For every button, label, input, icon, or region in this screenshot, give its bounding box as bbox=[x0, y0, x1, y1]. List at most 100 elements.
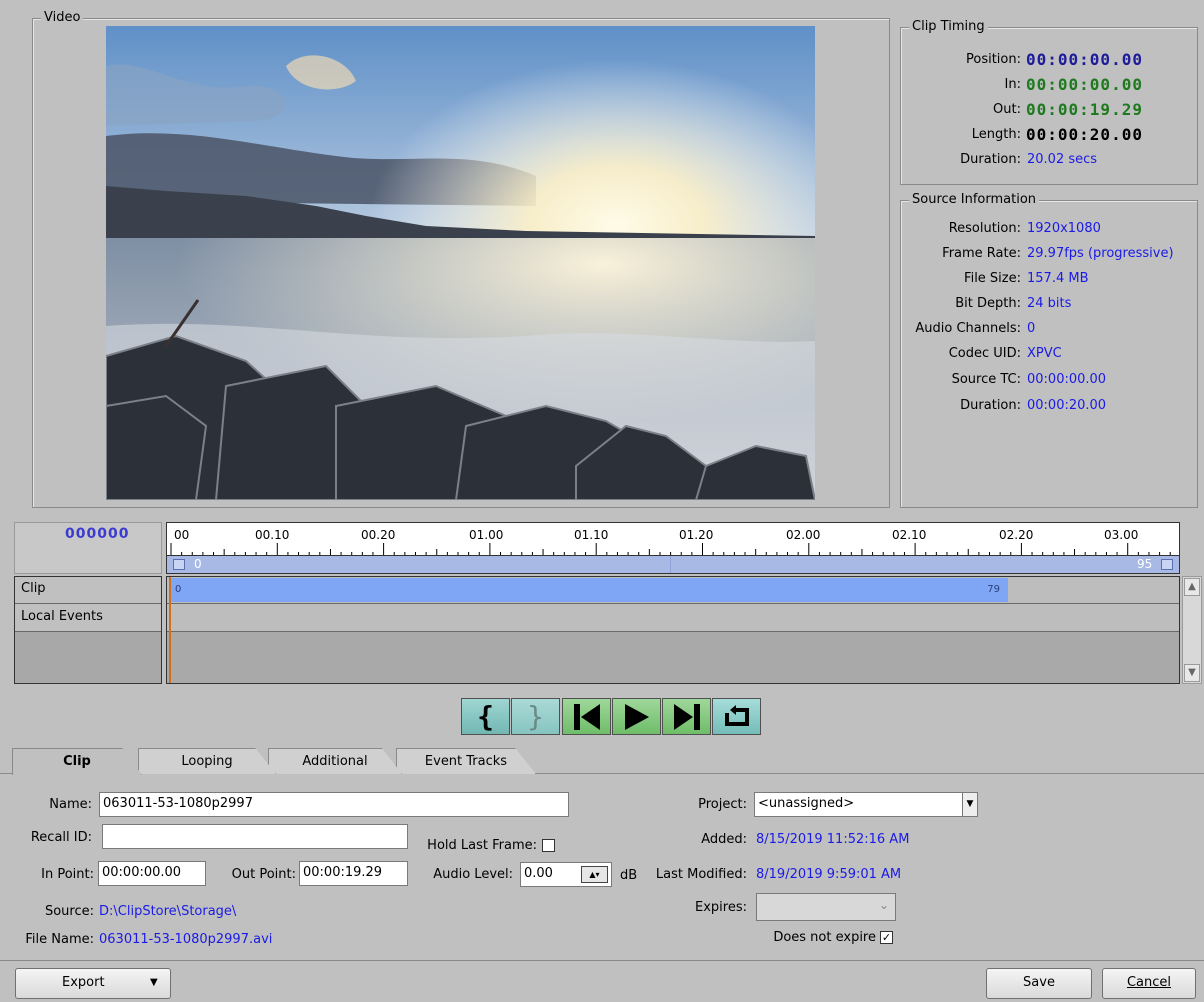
hold-last-frame-label: Hold Last Frame: bbox=[427, 838, 537, 853]
timeline-scrollbar[interactable]: ▲ ▼ bbox=[1182, 576, 1202, 684]
ruler-label: 02.20 bbox=[999, 528, 1034, 542]
timeline-ruler[interactable]: 00 00.10 00.20 01.00 01.10 01.20 02.00 0… bbox=[166, 522, 1180, 556]
does-not-expire-checkbox[interactable]: ✓ bbox=[880, 931, 893, 944]
project-select-value: <unassigned> bbox=[758, 796, 855, 811]
export-button[interactable]: Export ▼ bbox=[15, 968, 171, 999]
range-end-handle[interactable] bbox=[1161, 559, 1173, 570]
recall-id-label: Recall ID: bbox=[30, 830, 92, 845]
ruler-label: 01.10 bbox=[574, 528, 609, 542]
source-path-link[interactable]: D:\ClipStore\Storage\ bbox=[99, 904, 236, 919]
tab-event-tracks[interactable]: Event Tracks bbox=[396, 748, 536, 774]
in-point-label: In Point: bbox=[41, 867, 94, 882]
clip-timing-title: Clip Timing bbox=[909, 19, 988, 35]
out-point-label: Out Point: bbox=[231, 867, 296, 882]
file-size-label: File Size: bbox=[964, 271, 1021, 286]
tab-event-tracks-label: Event Tracks bbox=[424, 754, 508, 769]
last-modified-value: 8/19/2019 9:59:01 AM bbox=[756, 867, 902, 882]
export-button-label: Export bbox=[62, 975, 105, 990]
tab-additional[interactable]: Additional bbox=[268, 748, 402, 774]
save-button[interactable]: Save bbox=[986, 968, 1092, 999]
project-label: Project: bbox=[698, 797, 747, 812]
in-point-field-value: 00:00:00.00 bbox=[102, 865, 182, 880]
caret-down-icon: ▼ bbox=[150, 977, 158, 988]
length-timecode: 00:00:20.00 bbox=[1026, 125, 1143, 144]
ruler-label: 00.20 bbox=[361, 528, 396, 542]
tab-clip-label: Clip bbox=[63, 754, 91, 769]
scroll-down-icon[interactable]: ▼ bbox=[1184, 664, 1200, 682]
audio-level-spinner-icon[interactable]: ▲▾ bbox=[581, 866, 608, 883]
loop-icon bbox=[724, 704, 749, 726]
tab-looping-label: Looping bbox=[181, 754, 233, 769]
name-field-value: 063011-53-1080p2997 bbox=[103, 796, 253, 811]
play-icon bbox=[624, 703, 649, 730]
ruler-label: 01.20 bbox=[679, 528, 714, 542]
playhead[interactable] bbox=[169, 577, 171, 683]
clip-block-start: 0 bbox=[175, 584, 182, 595]
audio-channels-value: 0 bbox=[1027, 321, 1036, 336]
skip-to-start-button[interactable] bbox=[562, 698, 611, 735]
audio-channels-label: Audio Channels: bbox=[915, 321, 1021, 336]
video-frame-image bbox=[106, 26, 815, 500]
track-area[interactable]: 0 79 bbox=[166, 576, 1180, 684]
added-value: 8/15/2019 11:52:16 AM bbox=[756, 832, 910, 847]
position-timecode: 00:00:00.00 bbox=[1026, 50, 1143, 69]
name-field[interactable]: 063011-53-1080p2997 bbox=[99, 792, 569, 817]
out-label: Out: bbox=[993, 102, 1021, 117]
cancel-button-label: Cancel bbox=[1126, 975, 1172, 990]
tab-clip[interactable]: Clip bbox=[12, 748, 142, 775]
codec-uid-value: XPVC bbox=[1027, 346, 1062, 361]
skip-to-end-button[interactable] bbox=[662, 698, 711, 735]
audio-level-field[interactable]: 0.00 ▲▾ bbox=[520, 862, 612, 887]
range-start-handle[interactable] bbox=[173, 559, 185, 570]
ruler-label: 02.10 bbox=[892, 528, 927, 542]
source-duration-label: Duration: bbox=[960, 398, 1021, 413]
ruler-label: 01.00 bbox=[469, 528, 504, 542]
clip-block[interactable]: 0 79 bbox=[170, 578, 1008, 602]
does-not-expire-label: Does not expire bbox=[773, 930, 876, 945]
cancel-button[interactable]: Cancel bbox=[1102, 968, 1196, 999]
chevron-down-icon[interactable]: ⌄ bbox=[879, 898, 889, 912]
file-name-value: 063011-53-1080p2997.avi bbox=[99, 932, 273, 947]
source-tc-label: Source TC: bbox=[951, 372, 1021, 387]
mark-out-brace-icon: } bbox=[527, 700, 544, 733]
project-select[interactable]: <unassigned> ▼ bbox=[754, 792, 978, 817]
file-name-label: File Name: bbox=[25, 932, 94, 947]
mark-out-button[interactable]: } bbox=[511, 698, 560, 735]
recall-id-field[interactable] bbox=[102, 824, 408, 849]
expires-label: Expires: bbox=[695, 900, 747, 915]
tab-additional-label: Additional bbox=[302, 754, 368, 769]
loop-button[interactable] bbox=[712, 698, 761, 735]
clip-block-end: 79 bbox=[987, 584, 1000, 595]
skip-to-start-icon bbox=[573, 703, 600, 730]
bit-depth-label: Bit Depth: bbox=[955, 296, 1021, 311]
tab-looping[interactable]: Looping bbox=[138, 748, 276, 774]
track-header-local-events-label: Local Events bbox=[21, 609, 103, 624]
last-modified-label: Last Modified: bbox=[655, 867, 747, 882]
out-point-field-value: 00:00:19.29 bbox=[303, 865, 383, 880]
chevron-down-icon[interactable]: ▼ bbox=[962, 793, 977, 816]
video-preview[interactable] bbox=[106, 26, 815, 500]
resolution-label: Resolution: bbox=[948, 221, 1021, 236]
range-bar[interactable]: 0 95 bbox=[166, 556, 1180, 574]
track-header-clip[interactable]: Clip bbox=[15, 577, 161, 604]
out-point-field[interactable]: 00:00:19.29 bbox=[299, 861, 408, 886]
duration-label: Duration: bbox=[960, 152, 1021, 167]
name-label: Name: bbox=[49, 797, 92, 812]
ruler-label: 00 bbox=[174, 528, 190, 542]
frame-counter: 000000 bbox=[14, 522, 162, 574]
in-point-field[interactable]: 00:00:00.00 bbox=[98, 861, 206, 886]
track-header-local-events[interactable]: Local Events bbox=[15, 604, 161, 632]
bit-depth-value: 24 bits bbox=[1027, 296, 1072, 311]
expires-date-select[interactable]: ⌄ bbox=[756, 893, 896, 921]
resolution-value: 1920x1080 bbox=[1027, 221, 1101, 236]
audio-level-field-value: 0.00 bbox=[524, 866, 553, 881]
hold-last-frame-checkbox[interactable] bbox=[542, 839, 555, 852]
mark-in-button[interactable]: { bbox=[461, 698, 510, 735]
in-timecode: 00:00:00.00 bbox=[1026, 75, 1143, 94]
footer-separator bbox=[0, 960, 1204, 961]
codec-uid-label: Codec UID: bbox=[948, 346, 1021, 361]
scroll-up-icon[interactable]: ▲ bbox=[1184, 578, 1200, 596]
audio-level-label: Audio Level: bbox=[433, 867, 513, 882]
play-button[interactable] bbox=[612, 698, 661, 735]
frame-rate-label: Frame Rate: bbox=[942, 246, 1021, 261]
